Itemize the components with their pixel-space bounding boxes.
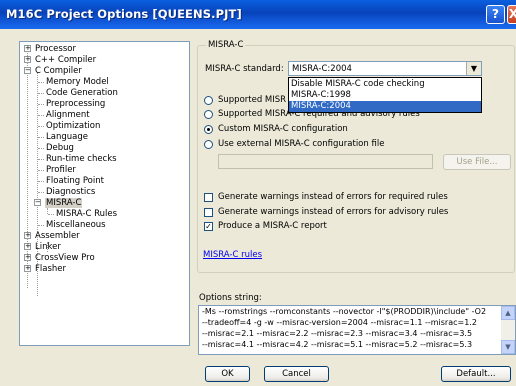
tree-item-misra-c-rules[interactable]: MISRA-C Rules	[56, 209, 117, 219]
misra-standard-label: MISRA-C standard:	[205, 64, 284, 74]
tree-item-optimization[interactable]: Optimization	[46, 121, 100, 131]
tree-branch	[38, 181, 44, 182]
expand-icon[interactable]: +	[24, 45, 31, 52]
collapse-icon[interactable]: −	[34, 199, 41, 206]
dropdown-option-disable[interactable]: Disable MISRA-C code checking	[289, 79, 481, 90]
tree-item-language[interactable]: Language	[46, 132, 88, 142]
radio-supported-required[interactable]	[204, 96, 213, 105]
tree-item-misra-c[interactable]: MISRA-C	[45, 198, 83, 208]
options-line: --tradeoff=4 -g -w --misrac-version=2004…	[202, 318, 477, 327]
expand-icon[interactable]: +	[24, 265, 31, 272]
radio-custom-config-label: Custom MISRA-C configuration	[218, 124, 348, 134]
check-warn-required-label: Generate warnings instead of errors for …	[218, 192, 448, 202]
options-line: --misrac=4.1 --misrac=4.2 --misrac=5.1 -…	[202, 340, 473, 349]
tree-item-floating-point[interactable]: Floating Point	[46, 176, 104, 186]
use-file-button[interactable]: Use File...	[443, 154, 511, 170]
tree-item-flasher[interactable]: Flasher	[35, 264, 66, 274]
options-tree[interactable]: + Processor + C++ Compiler − C Compiler …	[19, 41, 190, 346]
options-line: --misrac=2.1 --misrac=2.2 --misrac=2.3 -…	[202, 329, 473, 338]
tree-item-debug[interactable]: Debug	[46, 143, 74, 153]
radio-supported-advisory[interactable]	[204, 110, 213, 119]
tree-item-runtime-checks[interactable]: Run-time checks	[46, 154, 117, 164]
options-string-textbox[interactable]: -Ms --romstrings --romconstants --novect…	[198, 305, 516, 355]
options-scrollbar[interactable]: ▲ ▼	[501, 306, 515, 354]
tree-branch	[38, 170, 44, 171]
expand-icon[interactable]: +	[24, 232, 31, 239]
tree-item-preprocessing[interactable]: Preprocessing	[46, 99, 105, 109]
misra-standard-select[interactable]: MISRA-C:2004 ▼	[288, 61, 482, 76]
tree-branch	[38, 126, 44, 127]
dropdown-option-1998[interactable]: MISRA-C:1998	[289, 90, 481, 101]
misra-standard-value: MISRA-C:2004	[292, 64, 352, 74]
radio-supported-required-label: Supported MISR	[218, 95, 287, 105]
tree-branch	[38, 93, 44, 94]
ok-button[interactable]: OK	[205, 366, 250, 382]
options-string-label: Options string:	[199, 293, 262, 303]
tree-item-crossview-pro[interactable]: CrossView Pro	[35, 253, 95, 263]
close-button[interactable]: X	[507, 5, 516, 24]
tree-branch	[38, 82, 44, 83]
tree-branch	[48, 214, 54, 215]
tree-item-diagnostics[interactable]: Diagnostics	[46, 187, 95, 197]
tree-item-memory-model[interactable]: Memory Model	[46, 77, 109, 87]
tree-item-profiler[interactable]: Profiler	[46, 165, 76, 175]
tree-item-alignment[interactable]: Alignment	[46, 110, 90, 120]
tree-branch	[38, 192, 44, 193]
radio-external-file[interactable]	[204, 140, 213, 149]
window-title: M16C Project Options [QUEENS.PJT]	[6, 7, 242, 21]
check-warn-advisory-label: Generate warnings instead of errors for …	[218, 207, 449, 217]
help-button[interactable]: ?	[486, 5, 505, 24]
tree-line	[27, 48, 28, 288]
tree-branch	[38, 137, 44, 138]
scroll-up-icon[interactable]: ▲	[501, 306, 515, 320]
dropdown-arrow-icon[interactable]: ▼	[466, 62, 481, 75]
title-bar: M16C Project Options [QUEENS.PJT] ? X	[0, 0, 516, 29]
tree-branch	[38, 115, 44, 116]
scroll-down-icon[interactable]: ▼	[501, 340, 515, 354]
expand-icon[interactable]: +	[24, 56, 31, 63]
radio-external-file-label: Use external MISRA-C configuration file	[218, 139, 385, 149]
expand-icon[interactable]: +	[24, 254, 31, 261]
tree-branch	[38, 159, 44, 160]
tree-item-processor[interactable]: Processor	[35, 44, 76, 54]
cancel-button[interactable]: Cancel	[264, 366, 329, 382]
dropdown-option-2004[interactable]: MISRA-C:2004	[289, 101, 481, 112]
tree-item-assembler[interactable]: Assembler	[35, 231, 80, 241]
options-line: -Ms --romstrings --romconstants --novect…	[202, 307, 487, 316]
default-button[interactable]: Default...	[441, 366, 511, 382]
check-produce-report[interactable]: ✓	[204, 222, 213, 231]
tree-branch	[38, 148, 44, 149]
tree-item-c-compiler[interactable]: C Compiler	[35, 66, 82, 76]
misra-group-label: MISRA-C	[206, 40, 246, 50]
check-warn-required[interactable]	[204, 193, 213, 202]
tree-branch	[38, 225, 44, 226]
check-produce-report-label: Produce a MISRA-C report	[218, 221, 327, 231]
tree-item-linker[interactable]: Linker	[35, 242, 61, 252]
config-file-input[interactable]	[218, 154, 433, 169]
tree-item-miscellaneous[interactable]: Miscellaneous	[46, 220, 106, 230]
tree-branch	[38, 104, 44, 105]
tree-item-cpp-compiler[interactable]: C++ Compiler	[35, 55, 96, 65]
collapse-icon[interactable]: −	[24, 67, 31, 74]
expand-icon[interactable]: +	[24, 243, 31, 250]
misra-rules-link[interactable]: MISRA-C rules	[203, 250, 262, 260]
tree-item-code-generation[interactable]: Code Generation	[46, 88, 118, 98]
misra-standard-dropdown[interactable]: Disable MISRA-C code checking MISRA-C:19…	[288, 77, 482, 113]
radio-custom-config[interactable]	[204, 125, 213, 134]
check-warn-advisory[interactable]	[204, 208, 213, 217]
